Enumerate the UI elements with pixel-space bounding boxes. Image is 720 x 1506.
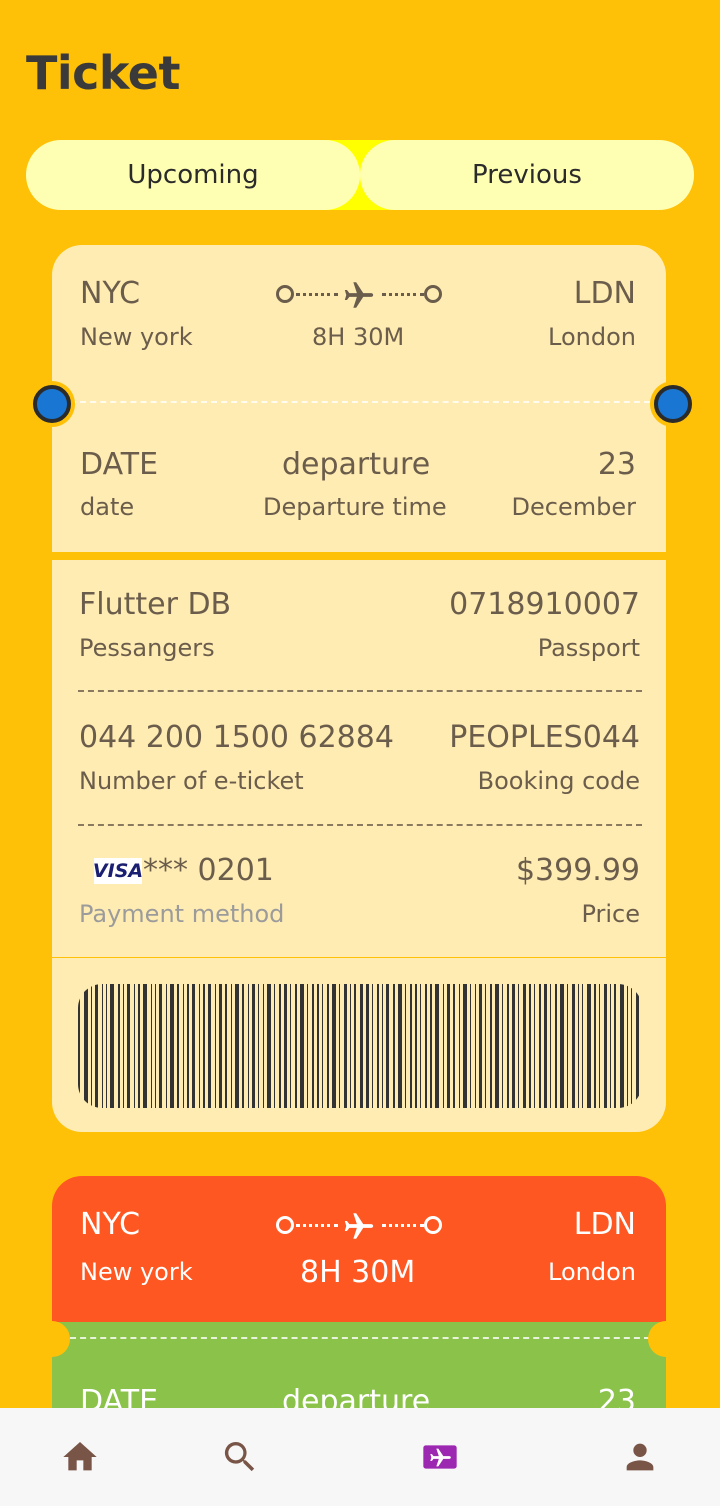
separator [78,690,642,692]
from-city: New york [80,323,193,351]
ticket-icon [423,1445,457,1469]
origin-ring-icon [276,285,294,303]
to-city: London [548,1258,636,1286]
from-city: New york [80,1258,193,1286]
flight-route [272,1207,446,1243]
date-sub: date [80,493,135,521]
eticket-label: Number of e-ticket [79,767,304,795]
right-notch-icon [654,385,692,423]
search-icon [224,1442,255,1472]
nav-home[interactable] [40,1408,120,1506]
left-notch-icon [33,385,71,423]
booking-code: PEOPLES044 [449,720,640,755]
price: $399.99 [515,853,640,888]
origin-ring-icon [276,1216,294,1234]
destination-ring-icon [424,1216,442,1234]
ticket-header[interactable] [52,1176,666,1322]
airplane-icon [344,1213,374,1239]
flight-duration: 8H 30M [312,323,405,351]
to-code: LDN [573,276,636,311]
barcode-bars [78,984,642,1108]
right-notch [648,1321,684,1357]
perforation-line [70,401,650,403]
to-code: LDN [573,1207,636,1242]
passport-label: Passport [537,634,640,662]
ticket-date-section [52,419,666,552]
ticket-header[interactable] [52,245,666,383]
from-code: NYC [80,276,141,311]
home-icon [63,1442,97,1471]
person-icon [626,1443,654,1471]
nav-profile[interactable] [600,1408,680,1506]
passenger-label: Pessangers [79,634,215,662]
booking-label: Booking code [477,767,640,795]
left-notch [34,1321,70,1357]
separator [78,824,642,826]
tab-upcoming[interactable]: Upcoming [26,140,360,210]
departure-month: December [511,493,636,521]
destination-ring-icon [424,285,442,303]
airplane-icon [344,282,374,308]
eticket-number: 044 200 1500 62884 [79,720,394,755]
flight-duration: 8H 30M [300,1255,416,1290]
ticket-tabs: Upcoming Previous [26,140,694,210]
departure-day: 23 [597,447,636,482]
passenger-name: Flutter DB [79,587,232,622]
departure-sub: Departure time [263,493,447,521]
departure-heading: departure [282,447,431,482]
perforation-line [70,1337,650,1339]
to-city: London [548,323,636,351]
passport-number: 0718910007 [449,587,640,622]
tab-previous[interactable]: Previous [360,140,694,210]
bottom-navigation [0,1408,720,1506]
flight-route [272,276,446,312]
barcode [78,984,642,1108]
nav-tickets[interactable] [400,1408,480,1506]
card-number: *** 0201 [143,853,274,888]
payment-label: Payment method [79,900,285,928]
from-code: NYC [80,1207,141,1242]
date-heading: DATE [80,447,159,482]
nav-search[interactable] [200,1408,280,1506]
price-label: Price [581,900,640,928]
visa-logo-icon: VISA [92,858,144,884]
page-title: Ticket [26,46,180,100]
